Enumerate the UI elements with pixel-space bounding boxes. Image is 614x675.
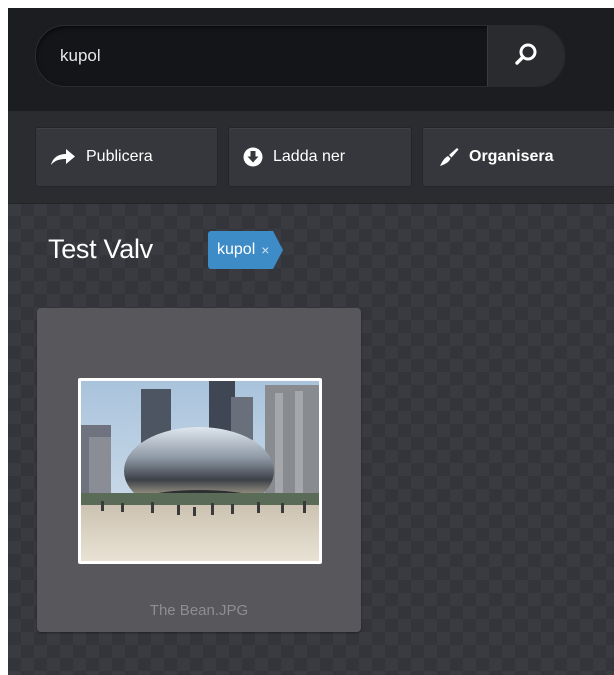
organize-label: Organisera	[469, 148, 554, 165]
download-button[interactable]: Ladda ner	[228, 127, 412, 187]
filter-tag-kupol[interactable]: kupol ×	[208, 231, 284, 269]
brush-icon	[437, 147, 459, 167]
tag-body: kupol ×	[208, 231, 274, 269]
search-box	[35, 25, 565, 87]
magnifier-icon	[514, 42, 538, 71]
search-button[interactable]	[487, 26, 564, 86]
bean-photo-image	[81, 381, 319, 561]
asset-thumbnail	[78, 378, 322, 564]
publish-label: Publicera	[86, 148, 153, 165]
download-circle-icon	[243, 147, 263, 167]
download-label: Ladda ner	[273, 148, 346, 165]
tag-remove-icon[interactable]: ×	[261, 242, 269, 258]
asset-card[interactable]: The Bean.JPG	[37, 308, 361, 632]
tag-label: kupol	[217, 241, 256, 258]
toolbar: Publicera Ladda ner Organisera	[8, 111, 614, 204]
app-window: Publicera Ladda ner Organisera Test Valv	[8, 8, 614, 675]
header-bar	[8, 8, 614, 111]
organize-button[interactable]: Organisera	[422, 127, 614, 187]
publish-button[interactable]: Publicera	[35, 127, 218, 187]
tag-arrow	[273, 231, 284, 269]
share-arrow-icon	[50, 148, 76, 166]
search-input[interactable]	[36, 26, 486, 86]
vault-title: Test Valv	[48, 234, 153, 264]
asset-caption: The Bean.JPG	[149, 602, 249, 619]
